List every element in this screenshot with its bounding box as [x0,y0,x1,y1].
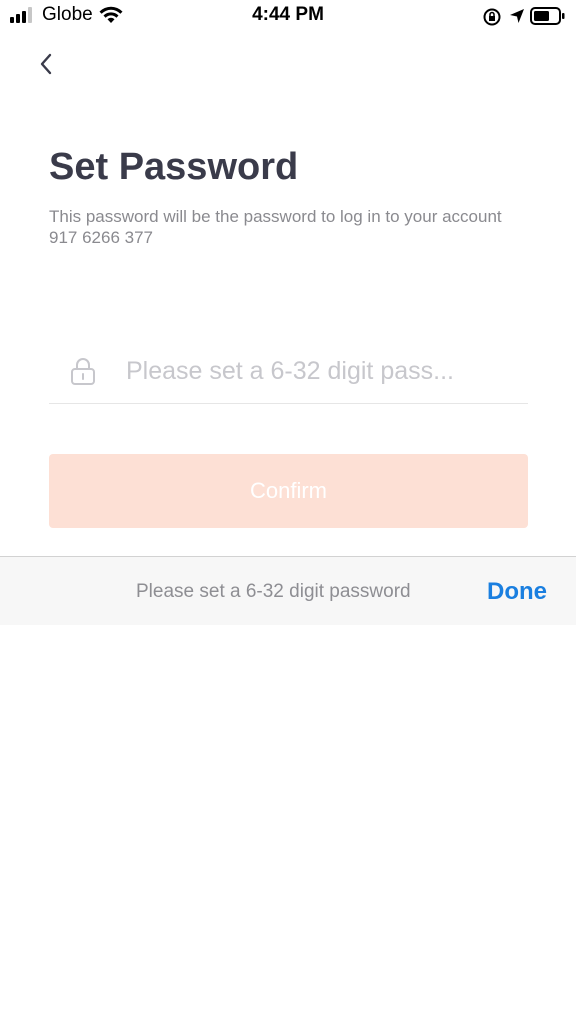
confirm-button[interactable]: Confirm [49,454,528,528]
password-input[interactable] [126,352,521,390]
page-title: Set Password [49,146,299,188]
password-field[interactable] [49,340,528,404]
battery-icon [530,7,565,25]
orientation-lock-icon [483,8,501,26]
keyboard-hint-text: Please set a 6-32 digit password [136,581,411,602]
back-button[interactable] [30,48,62,80]
lock-icon [71,358,95,385]
keyboard-accessory-bar: Please set a 6-32 digit password Done [0,556,576,625]
page-subtitle: This password will be the password to lo… [49,207,502,247]
location-arrow-icon [510,9,524,23]
done-button[interactable]: Done [487,578,547,606]
chevron-left-icon [40,53,52,75]
status-bar: Globe 4:44 PM [0,0,576,34]
set-password-screen: Globe 4:44 PM Set Password This password… [0,0,576,1024]
